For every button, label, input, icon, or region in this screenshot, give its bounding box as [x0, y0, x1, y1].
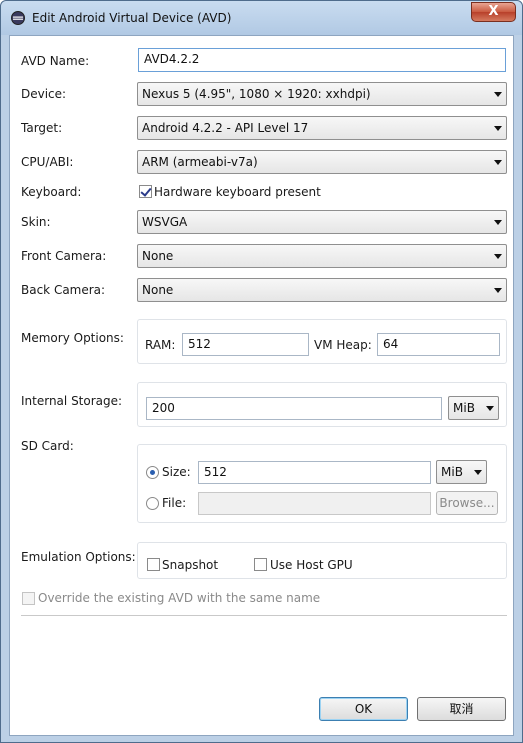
- chevron-down-icon: [494, 126, 502, 131]
- chevron-down-icon: [494, 220, 502, 225]
- internal-storage-group: 200 MiB: [137, 382, 507, 427]
- chevron-down-icon: [494, 254, 502, 259]
- sd-size-label[interactable]: Size:: [162, 465, 191, 479]
- sd-file-label[interactable]: File:: [162, 496, 186, 510]
- chevron-down-icon: [494, 92, 502, 97]
- separator: [21, 615, 507, 616]
- vm-heap-label: VM Heap:: [314, 338, 372, 352]
- emulation-options-label: Emulation Options:: [21, 550, 136, 564]
- ram-input[interactable]: 512: [182, 333, 309, 356]
- override-checkbox[interactable]: [22, 592, 35, 605]
- cpu-abi-dropdown[interactable]: ARM (armeabi-v7a): [137, 150, 507, 174]
- target-label: Target:: [21, 121, 63, 135]
- emulation-options-group: Snapshot Use Host GPU: [137, 542, 507, 579]
- target-value: Android 4.2.2 - API Level 17: [142, 121, 309, 135]
- back-camera-label: Back Camera:: [21, 283, 106, 297]
- avd-name-label: AVD Name:: [21, 54, 90, 68]
- skin-dropdown[interactable]: WSVGA: [137, 210, 507, 234]
- device-label: Device:: [21, 87, 67, 101]
- memory-options-group: RAM: 512 VM Heap: 64: [137, 319, 507, 364]
- browse-button[interactable]: Browse...: [436, 491, 498, 515]
- internal-storage-unit-dropdown[interactable]: MiB: [448, 396, 499, 420]
- memory-options-label: Memory Options:: [21, 331, 124, 345]
- use-host-gpu-label[interactable]: Use Host GPU: [270, 558, 353, 572]
- snapshot-checkbox[interactable]: [147, 558, 160, 571]
- sd-card-label: SD Card:: [21, 439, 74, 453]
- cancel-button[interactable]: 取消: [417, 697, 506, 721]
- internal-storage-unit: MiB: [453, 401, 475, 415]
- front-camera-label: Front Camera:: [21, 249, 107, 263]
- window-title: Edit Android Virtual Device (AVD): [32, 11, 232, 25]
- back-camera-value: None: [142, 283, 174, 297]
- keyboard-checkbox[interactable]: [139, 185, 152, 198]
- sd-size-unit-dropdown[interactable]: MiB: [436, 460, 487, 484]
- cpu-abi-label: CPU/ABI:: [21, 155, 74, 169]
- chevron-down-icon: [474, 470, 482, 475]
- use-host-gpu-checkbox[interactable]: [254, 558, 267, 571]
- back-camera-dropdown[interactable]: None: [137, 278, 507, 302]
- app-icon: [11, 11, 25, 25]
- chevron-down-icon: [494, 160, 502, 165]
- dialog-window: Edit Android Virtual Device (AVD) X AVD …: [0, 0, 523, 743]
- ram-label: RAM:: [145, 338, 176, 352]
- internal-storage-input[interactable]: 200: [146, 397, 442, 420]
- skin-label: Skin:: [21, 215, 51, 229]
- sd-file-input[interactable]: [198, 492, 431, 515]
- snapshot-label[interactable]: Snapshot: [162, 558, 218, 572]
- title-bar[interactable]: Edit Android Virtual Device (AVD) X: [1, 1, 522, 35]
- sd-size-radio[interactable]: [146, 466, 159, 479]
- override-label: Override the existing AVD with the same …: [38, 591, 321, 605]
- chevron-down-icon: [486, 406, 494, 411]
- vm-heap-input[interactable]: 64: [377, 333, 500, 356]
- close-icon: X: [488, 4, 499, 19]
- avd-name-input[interactable]: AVD4.2.2: [138, 48, 506, 72]
- close-button[interactable]: X: [471, 2, 516, 22]
- sd-size-unit: MiB: [441, 465, 463, 479]
- target-dropdown[interactable]: Android 4.2.2 - API Level 17: [137, 116, 507, 140]
- sd-file-radio[interactable]: [146, 497, 159, 510]
- keyboard-label: Keyboard:: [21, 185, 82, 199]
- device-value: Nexus 5 (4.95", 1080 × 1920: xxhdpi): [142, 87, 371, 101]
- keyboard-checkbox-label[interactable]: Hardware keyboard present: [154, 185, 321, 199]
- sd-size-input[interactable]: 512: [198, 461, 431, 484]
- skin-value: WSVGA: [142, 215, 188, 229]
- ok-button[interactable]: OK: [319, 697, 408, 721]
- dialog-body: AVD Name: AVD4.2.2 Device: Nexus 5 (4.95…: [9, 35, 514, 736]
- front-camera-value: None: [142, 249, 174, 263]
- chevron-down-icon: [494, 288, 502, 293]
- cpu-abi-value: ARM (armeabi-v7a): [142, 155, 258, 169]
- device-dropdown[interactable]: Nexus 5 (4.95", 1080 × 1920: xxhdpi): [137, 82, 507, 106]
- internal-storage-label: Internal Storage:: [21, 394, 123, 408]
- sd-card-group: Size: 512 MiB File: Browse...: [137, 444, 507, 523]
- front-camera-dropdown[interactable]: None: [137, 244, 507, 268]
